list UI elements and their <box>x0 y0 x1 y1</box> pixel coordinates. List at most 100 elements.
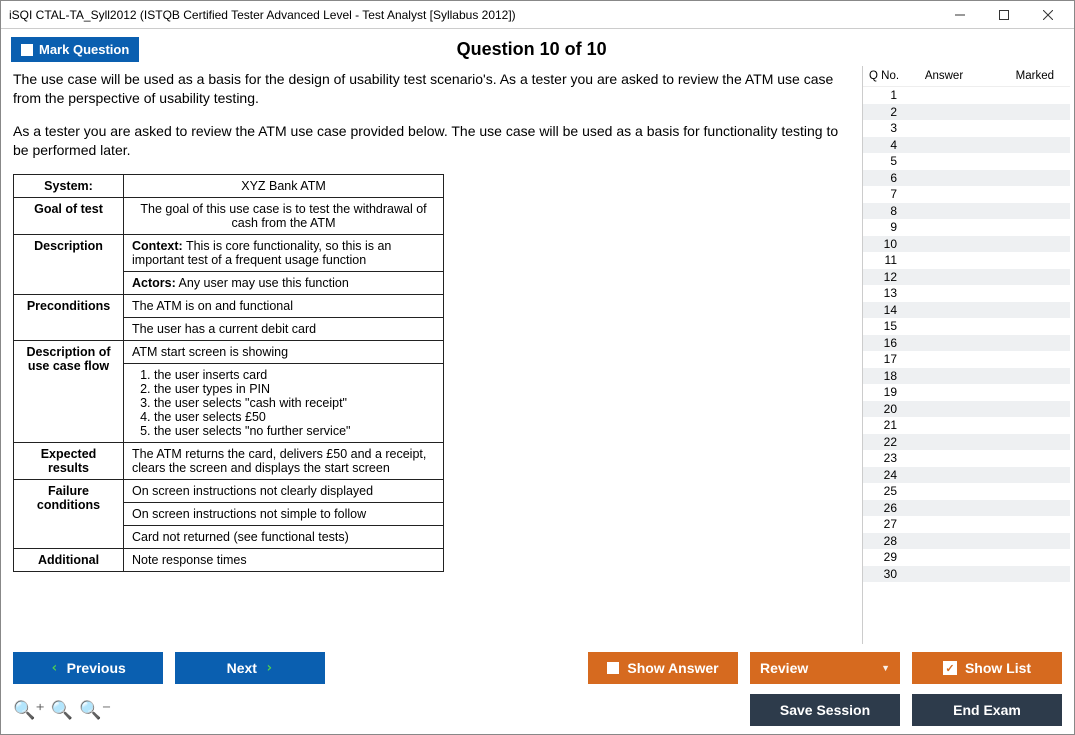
goal-value: The goal of this use case is to test the… <box>124 197 444 234</box>
qlist-row[interactable]: 19 <box>863 384 1070 401</box>
qlist-row[interactable]: 5 <box>863 153 1070 170</box>
app-window: iSQI CTAL-TA_Syll2012 (ISTQB Certified T… <box>0 0 1075 735</box>
qlist-row[interactable]: 9 <box>863 219 1070 236</box>
qlist-number: 12 <box>869 270 909 284</box>
qlist-row[interactable]: 6 <box>863 170 1070 187</box>
qlist-number: 16 <box>869 336 909 350</box>
intro-paragraph-2: As a tester you are asked to review the … <box>13 122 844 160</box>
flow-steps: the user inserts cardthe user types in P… <box>124 363 444 442</box>
save-session-button[interactable]: Save Session <box>750 694 900 726</box>
mark-question-button[interactable]: Mark Question <box>11 37 139 62</box>
description-actors: Actors: Any user may use this function <box>124 271 444 294</box>
qlist-number: 28 <box>869 534 909 548</box>
end-exam-button[interactable]: End Exam <box>912 694 1062 726</box>
window-controls <box>938 2 1070 28</box>
qlist-number: 29 <box>869 550 909 564</box>
chevron-down-icon: ▼ <box>881 663 890 673</box>
qlist-number: 20 <box>869 402 909 416</box>
description-label: Description <box>14 234 124 294</box>
qlist-row[interactable]: 27 <box>863 516 1070 533</box>
qlist-number: 23 <box>869 451 909 465</box>
titlebar: iSQI CTAL-TA_Syll2012 (ISTQB Certified T… <box>1 1 1074 29</box>
col-marked: Marked <box>979 70 1064 82</box>
zoom-reset-icon[interactable]: 🔍 <box>51 700 73 721</box>
qlist-row[interactable]: 2 <box>863 104 1070 121</box>
qlist-row[interactable]: 20 <box>863 401 1070 418</box>
close-button[interactable] <box>1026 2 1070 28</box>
qlist-number: 26 <box>869 501 909 515</box>
qlist-row[interactable]: 14 <box>863 302 1070 319</box>
qlist-number: 5 <box>869 154 909 168</box>
table-row: Goal of test The goal of this use case i… <box>14 197 444 234</box>
expected-label: Expected results <box>14 442 124 479</box>
qlist-body[interactable]: 1234567891011121314151617181920212223242… <box>863 86 1070 644</box>
qlist-number: 25 <box>869 484 909 498</box>
qlist-row[interactable]: 17 <box>863 351 1070 368</box>
table-row: System: XYZ Bank ATM <box>14 174 444 197</box>
flow-step: the user inserts card <box>154 368 435 382</box>
mark-question-label: Mark Question <box>39 42 129 57</box>
show-list-button[interactable]: ✓ Show List <box>912 652 1062 684</box>
qlist-number: 15 <box>869 319 909 333</box>
review-button[interactable]: Review ▼ <box>750 652 900 684</box>
checkbox-icon <box>21 44 33 56</box>
qlist-number: 30 <box>869 567 909 581</box>
preconditions-label: Preconditions <box>14 294 124 340</box>
qlist-row[interactable]: 1 <box>863 87 1070 104</box>
qlist-row[interactable]: 18 <box>863 368 1070 385</box>
precond-2: The user has a current debit card <box>124 317 444 340</box>
flow-intro: ATM start screen is showing <box>124 340 444 363</box>
minimize-button[interactable] <box>938 2 982 28</box>
qlist-number: 24 <box>869 468 909 482</box>
qlist-row[interactable]: 21 <box>863 417 1070 434</box>
usecase-table: System: XYZ Bank ATM Goal of test The go… <box>13 174 444 572</box>
qlist-row[interactable]: 28 <box>863 533 1070 550</box>
qlist-row[interactable]: 13 <box>863 285 1070 302</box>
check-icon: ✓ <box>943 661 957 675</box>
qlist-number: 17 <box>869 352 909 366</box>
footer: ‹ Previous Next › Show Answer Review ▼ ✓… <box>1 644 1074 734</box>
qlist-row[interactable]: 23 <box>863 450 1070 467</box>
qlist-row[interactable]: 15 <box>863 318 1070 335</box>
qlist-row[interactable]: 16 <box>863 335 1070 352</box>
qlist-row[interactable]: 29 <box>863 549 1070 566</box>
main-area: The use case will be used as a basis for… <box>1 66 1074 644</box>
flow-step: the user selects "cash with receipt" <box>154 396 435 410</box>
previous-button[interactable]: ‹ Previous <box>13 652 163 684</box>
qlist-number: 14 <box>869 303 909 317</box>
qlist-number: 21 <box>869 418 909 432</box>
qlist-row[interactable]: 4 <box>863 137 1070 154</box>
show-answer-button[interactable]: Show Answer <box>588 652 738 684</box>
qlist-row[interactable]: 26 <box>863 500 1070 517</box>
qlist-row[interactable]: 30 <box>863 566 1070 583</box>
next-button[interactable]: Next › <box>175 652 325 684</box>
table-row: Description Context: This is core functi… <box>14 234 444 271</box>
question-content[interactable]: The use case will be used as a basis for… <box>5 66 862 644</box>
qlist-row[interactable]: 3 <box>863 120 1070 137</box>
qlist-number: 6 <box>869 171 909 185</box>
table-row: Failure conditions On screen instruction… <box>14 479 444 502</box>
qlist-row[interactable]: 8 <box>863 203 1070 220</box>
qlist-row[interactable]: 22 <box>863 434 1070 451</box>
additional-value: Note response times <box>124 548 444 571</box>
qlist-row[interactable]: 11 <box>863 252 1070 269</box>
qlist-number: 22 <box>869 435 909 449</box>
col-answer: Answer <box>909 70 979 82</box>
failure-2: On screen instructions not simple to fol… <box>124 502 444 525</box>
zoom-out-icon[interactable]: 🔍⁻ <box>79 700 111 721</box>
square-icon <box>607 662 619 674</box>
goal-label: Goal of test <box>14 197 124 234</box>
qlist-number: 13 <box>869 286 909 300</box>
expected-value: The ATM returns the card, delivers £50 a… <box>124 442 444 479</box>
qlist-row[interactable]: 7 <box>863 186 1070 203</box>
question-list-panel: Q No. Answer Marked 12345678910111213141… <box>862 66 1070 644</box>
topbar: Mark Question Question 10 of 10 <box>1 29 1074 66</box>
maximize-button[interactable] <box>982 2 1026 28</box>
qlist-row[interactable]: 25 <box>863 483 1070 500</box>
zoom-in-icon[interactable]: 🔍⁺ <box>13 700 45 721</box>
qlist-row[interactable]: 10 <box>863 236 1070 253</box>
table-row: Description of use case flow ATM start s… <box>14 340 444 363</box>
qlist-row[interactable]: 12 <box>863 269 1070 286</box>
chevron-right-icon: › <box>265 660 273 676</box>
qlist-row[interactable]: 24 <box>863 467 1070 484</box>
